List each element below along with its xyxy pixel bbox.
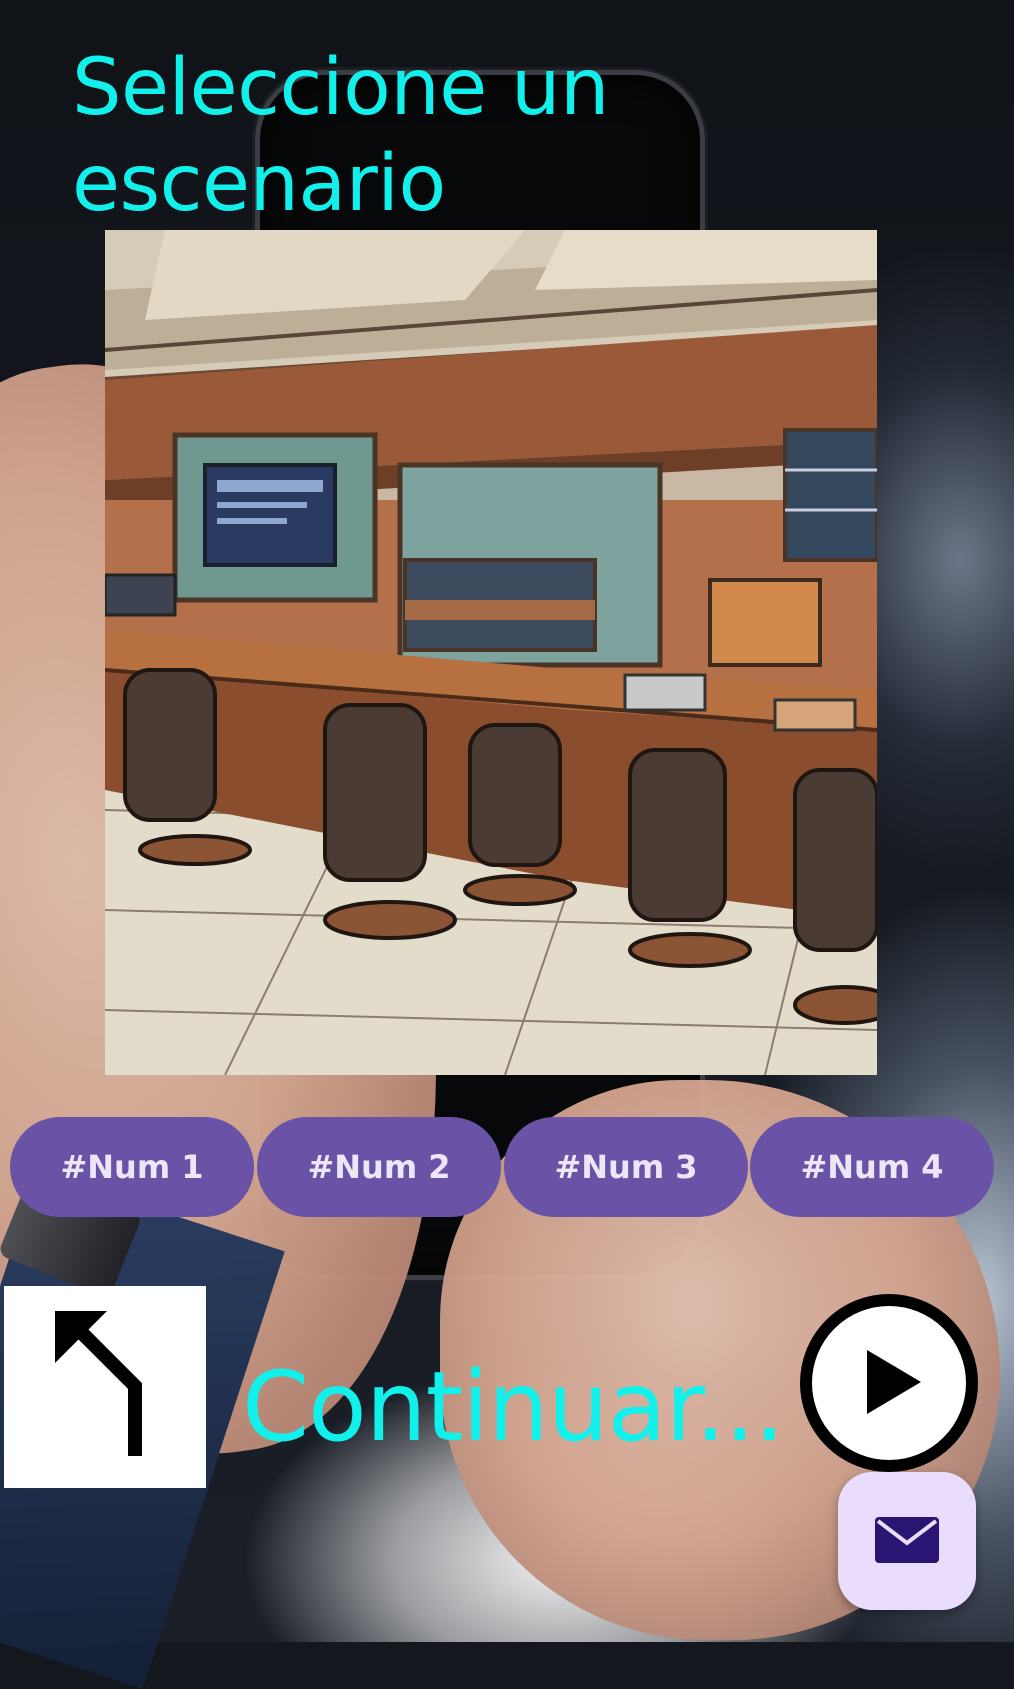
mail-fab-button[interactable]: [838, 1472, 976, 1610]
scenario-button-row: #Num 1 #Num 2 #Num 3 #Num 4: [10, 1117, 994, 1217]
page-title: Seleccione un escenario: [72, 43, 609, 229]
mail-icon: [875, 1516, 939, 1566]
scenario-button-1[interactable]: #Num 1: [10, 1117, 254, 1217]
scenario-image: [105, 230, 877, 1075]
back-button[interactable]: [4, 1286, 206, 1488]
scenario-button-3[interactable]: #Num 3: [504, 1117, 748, 1217]
scenario-button-2[interactable]: #Num 2: [257, 1117, 501, 1217]
continue-play-button[interactable]: [800, 1294, 978, 1472]
play-icon: [849, 1342, 929, 1425]
scenario-button-4[interactable]: #Num 4: [750, 1117, 994, 1217]
continue-label: Continuar...: [242, 1351, 785, 1463]
turn-up-left-arrow-icon: [45, 1310, 165, 1464]
